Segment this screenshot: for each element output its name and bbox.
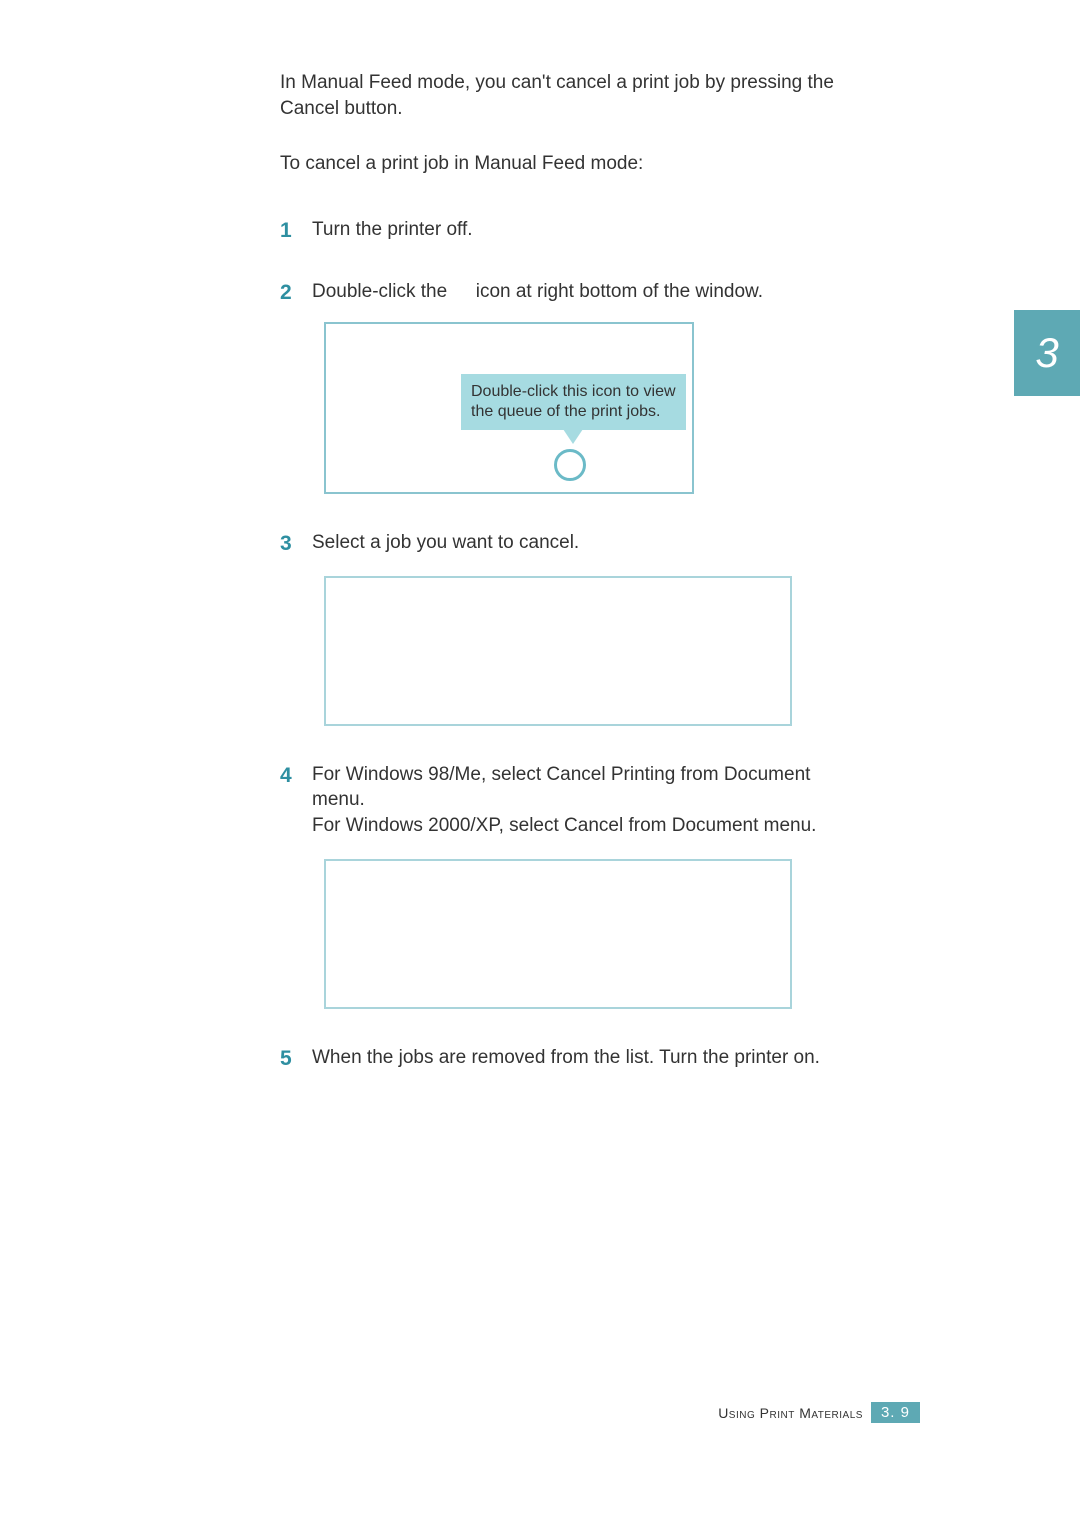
- footer-page-number: 3. 9: [871, 1402, 920, 1423]
- step-4-line1-pre: For Windows 98/Me, select: [312, 764, 546, 785]
- step-3: Select a job you want to cancel.: [280, 530, 840, 726]
- step-1-text: Turn the printer off.: [312, 219, 473, 240]
- step-4: For Windows 98/Me, select Cancel Printin…: [280, 762, 840, 1009]
- step-4-line2-post: menu.: [758, 815, 816, 836]
- step-2: Double-click the icon at right bottom of…: [280, 279, 840, 495]
- intro-post: button.: [339, 98, 402, 119]
- step-4-line1-post: menu.: [312, 789, 365, 810]
- content-block: In Manual Feed mode, you can't cancel a …: [280, 70, 840, 1106]
- document-menu-label-1: Document: [724, 764, 811, 785]
- step-3-text: Select a job you want to cancel.: [312, 532, 579, 553]
- document-menu-label-2: Document: [672, 815, 759, 836]
- step-1: Turn the printer off.: [280, 217, 840, 243]
- cancel-menu-item: Cancel: [564, 815, 623, 836]
- footer: Using Print Materials 3. 9: [718, 1402, 920, 1423]
- step-5-text: When the jobs are removed from the list.…: [312, 1047, 820, 1068]
- system-tray-figure: Double-click this icon to view the queue…: [312, 322, 840, 494]
- step-5: When the jobs are removed from the list.…: [280, 1045, 840, 1071]
- step-2-post: icon at right bottom of the window.: [476, 281, 763, 302]
- queue-window-screenshot: [324, 576, 792, 726]
- menu-screenshot: [324, 859, 792, 1009]
- manual-page: 3 In Manual Feed mode, you can't cancel …: [0, 0, 1080, 1523]
- step-4-line1-mid: from: [675, 764, 724, 785]
- system-tray-box: Double-click this icon to view the queue…: [324, 322, 694, 494]
- cancel-printing-menu-item: Cancel Printing: [546, 764, 675, 785]
- target-circle-icon: [554, 449, 586, 481]
- callout-tail-icon: [561, 426, 585, 444]
- step-4-line2-mid: from: [623, 815, 672, 836]
- chapter-tab: 3: [1014, 310, 1080, 396]
- cancel-button-label: Cancel: [280, 98, 339, 119]
- steps-list: Turn the printer off. Double-click the i…: [280, 217, 840, 1070]
- footer-section-title: Using Print Materials: [718, 1405, 863, 1421]
- intro-paragraph: In Manual Feed mode, you can't cancel a …: [280, 70, 840, 121]
- intro-pre: In Manual Feed mode, you can't cancel a …: [280, 72, 834, 93]
- lead-in-text: To cancel a print job in Manual Feed mod…: [280, 151, 840, 177]
- step-2-pre: Double-click the: [312, 281, 452, 302]
- step-4-line2-pre: For Windows 2000/XP, select: [312, 815, 564, 836]
- callout-bubble: Double-click this icon to view the queue…: [461, 374, 686, 430]
